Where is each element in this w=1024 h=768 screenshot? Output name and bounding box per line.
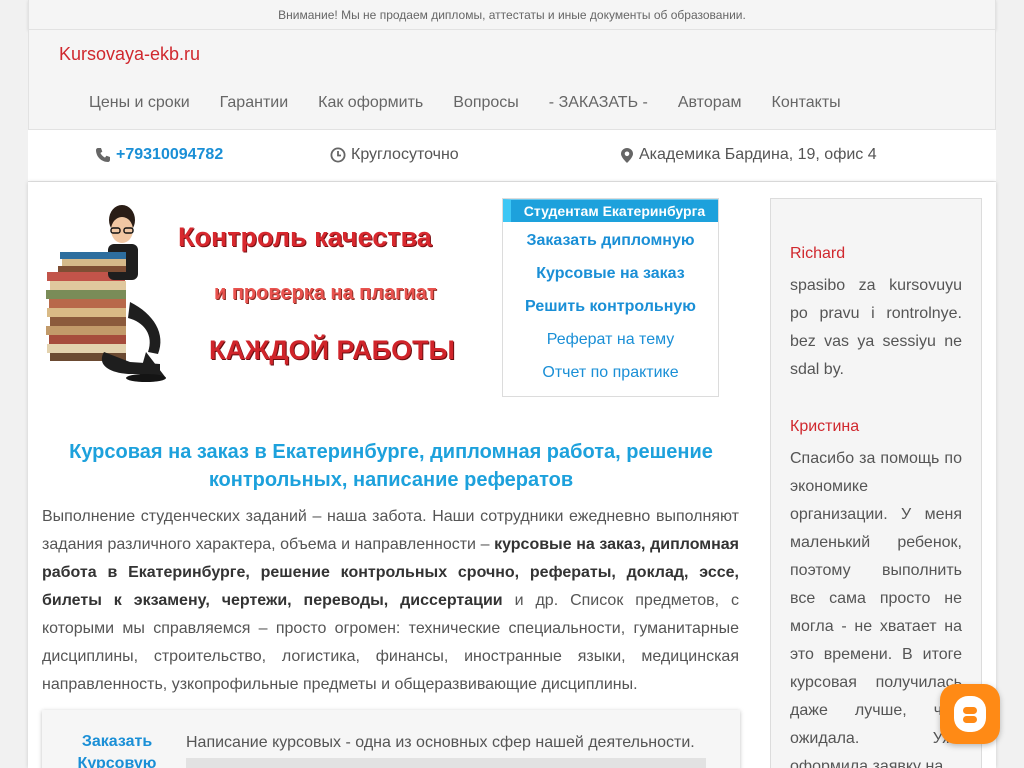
coursework-description: Написание курсовых - одна из основных сф…	[186, 734, 695, 751]
coursework-card: Заказать Курсовую Написание курсовых - о…	[42, 710, 740, 768]
service-link-practice-report[interactable]: Отчет по практике	[503, 356, 718, 389]
phone-icon	[96, 148, 110, 162]
clock-icon	[330, 147, 346, 163]
service-link-coursework[interactable]: Курсовые на заказ	[503, 257, 718, 290]
nav-item-how-to-order[interactable]: Как оформить	[318, 94, 423, 112]
page-title: Курсовая на заказ в Екатеринбурге, дипло…	[69, 441, 713, 491]
notice-text: Внимание! Мы не продаем дипломы, аттеста…	[278, 8, 746, 22]
main-nav: Цены и сроки Гарантии Как оформить Вопро…	[89, 94, 871, 112]
service-link-essay[interactable]: Реферат на тему	[503, 323, 718, 356]
review-text: spasibo za kursovuyu po pravu i rontroln…	[790, 277, 962, 378]
nav-item-authors[interactable]: Авторам	[678, 94, 742, 112]
banner-line-1: Контроль качества	[178, 222, 432, 252]
service-link-test[interactable]: Решить контрольную	[503, 290, 718, 323]
main-content: Контроль качества и проверка на плагиат …	[28, 182, 996, 768]
site-header: Kursovaya-ekb.ru Цены и сроки Гарантии К…	[28, 30, 996, 130]
site-logo[interactable]: Kursovaya-ekb.ru	[59, 44, 200, 65]
phone-number[interactable]: +79310094782	[116, 146, 223, 164]
phone-contact[interactable]: +79310094782	[95, 146, 223, 164]
banner-line-3: КАЖДОЙ РАБОТЫ	[209, 335, 455, 365]
nav-item-guarantees[interactable]: Гарантии	[220, 94, 289, 112]
hours-text: Круглосуточно	[351, 146, 459, 163]
nav-item-order[interactable]: - ЗАКАЗАТЬ -	[549, 94, 648, 112]
chat-widget-button[interactable]	[940, 684, 1000, 744]
chat-icon-line	[963, 707, 977, 714]
promo-banner[interactable]: Контроль качества и проверка на плагиат …	[42, 196, 492, 396]
contact-bar: +79310094782 Круглосуточно Академика Бар…	[28, 130, 996, 182]
map-marker-icon	[621, 147, 633, 163]
intro-paragraph: Выполнение студенческих заданий – наша з…	[42, 503, 739, 699]
service-link-diploma[interactable]: Заказать дипломную	[503, 224, 718, 257]
address-text: Академика Бардина, 19, офис 4	[639, 146, 877, 163]
services-title: Студентам Екатеринбурга	[503, 199, 718, 222]
review-author: Кристина	[790, 418, 860, 435]
services-widget: Студентам Екатеринбурга Заказать дипломн…	[502, 198, 719, 397]
coursework-description-next-line	[186, 758, 706, 768]
chat-icon	[954, 696, 986, 732]
nav-item-questions[interactable]: Вопросы	[453, 94, 519, 112]
reviews-sidebar: Richard spasibo za kursovuyu po pravu i …	[770, 198, 982, 768]
top-notice: Внимание! Мы не продаем дипломы, аттеста…	[28, 0, 996, 30]
review-item: Richard spasibo za kursovuyu po pravu i …	[771, 240, 981, 384]
banner-line-2: и проверка на плагиат	[214, 282, 437, 304]
order-coursework-link[interactable]: Заказать Курсовую	[62, 731, 172, 768]
office-address: Академика Бардина, 19, офис 4	[620, 146, 877, 164]
working-hours: Круглосуточно	[330, 146, 459, 164]
nav-item-prices[interactable]: Цены и сроки	[89, 94, 190, 112]
nav-item-contacts[interactable]: Контакты	[772, 94, 841, 112]
chat-icon-line	[963, 716, 977, 723]
review-author: Richard	[790, 245, 846, 262]
student-illustration	[46, 205, 166, 382]
review-text: Спасибо за помощь по экономике организац…	[790, 450, 962, 768]
